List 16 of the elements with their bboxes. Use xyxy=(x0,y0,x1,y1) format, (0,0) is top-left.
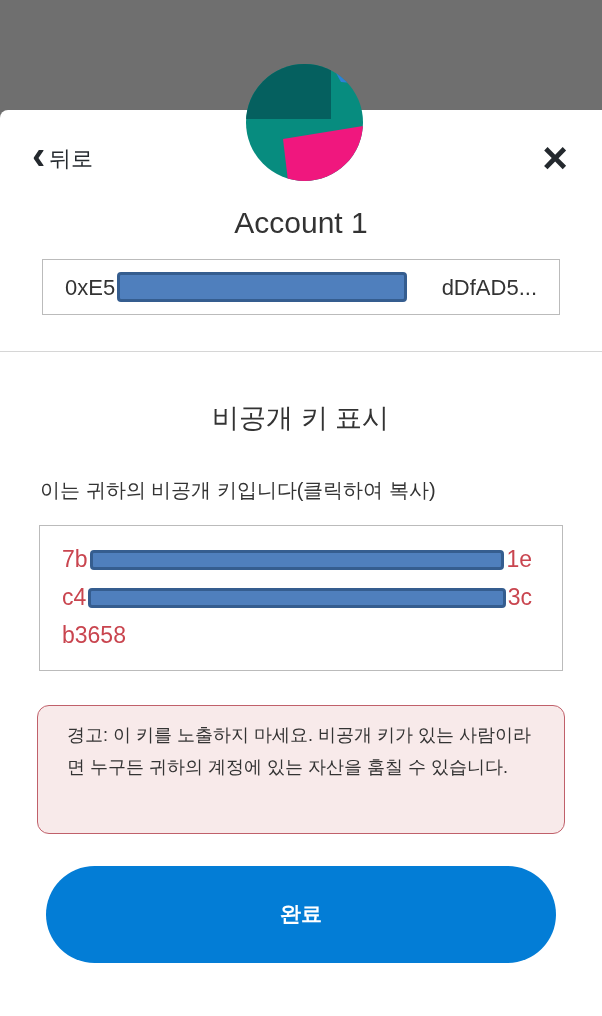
address-field[interactable]: 0xE5 dDfAD5... xyxy=(42,259,560,315)
key-text: b3658 xyxy=(62,621,126,651)
private-key-field[interactable]: 7b 1e c4 3c b3658 xyxy=(39,524,563,671)
section-title: 비공개 키 표시 xyxy=(211,402,391,435)
done-button[interactable]: 완료 xyxy=(46,865,556,963)
close-button[interactable]: × xyxy=(542,136,568,180)
back-label: 뒤로 xyxy=(49,144,94,173)
key-text: 1e xyxy=(506,545,532,575)
key-text: 3c xyxy=(507,583,532,613)
instruction-text: 이는 귀하의 비공개 키입니다(클릭하여 복사) xyxy=(40,477,437,503)
key-text: 7b xyxy=(62,545,88,575)
key-text: c4 xyxy=(62,583,87,613)
warning-message: 경고: 이 키를 노출하지 마세요. 비공개 키가 있는 사람이라면 누구든 귀하의 계정에 있는 자산을 훔칠 수 있습니다. xyxy=(37,704,565,834)
account-name: Account 1 xyxy=(233,205,369,241)
address-end: dDfAD5... xyxy=(441,273,537,302)
address-start: 0xE5 xyxy=(65,273,116,302)
